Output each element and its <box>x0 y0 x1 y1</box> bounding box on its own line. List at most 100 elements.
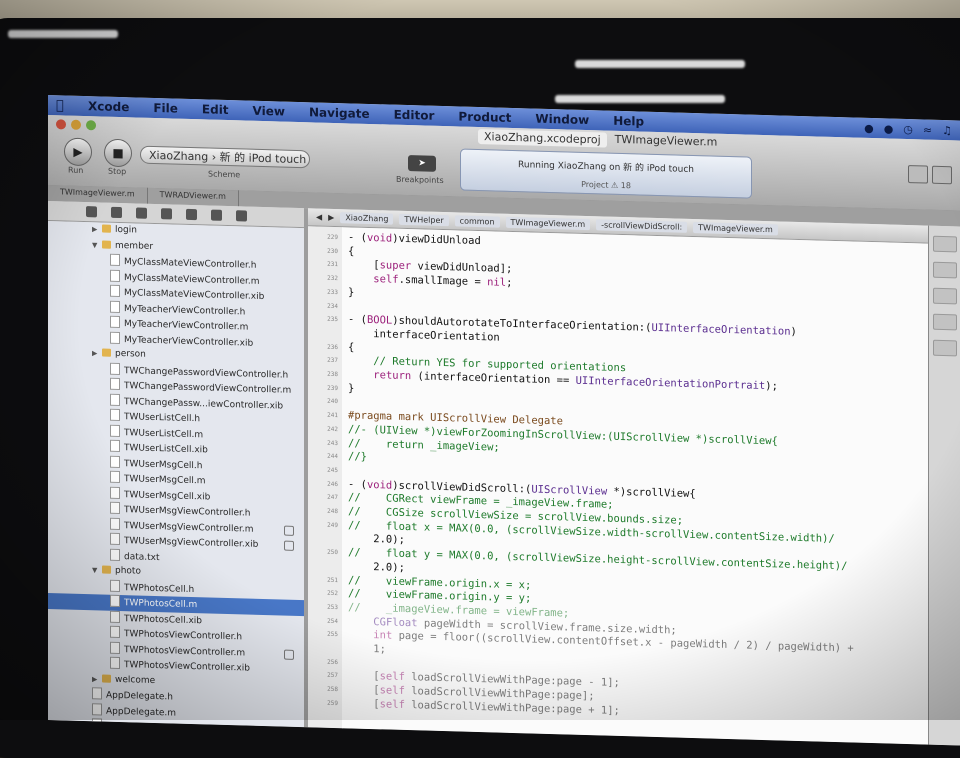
line-number: 253 <box>327 603 338 611</box>
line-number: 258 <box>327 685 338 694</box>
line-number: 251 <box>327 576 338 584</box>
line-number: 242 <box>327 425 338 433</box>
close-window-button[interactable] <box>56 119 66 130</box>
status-icon[interactable]: ● <box>864 121 874 134</box>
disclosure-closed-icon[interactable]: ▶ <box>92 672 102 688</box>
folder-icon <box>102 674 111 683</box>
disclosure-closed-icon[interactable]: ▶ <box>92 346 102 362</box>
menu-editor[interactable]: Editor <box>394 108 435 123</box>
navigator-item-label: MyClassMateViewController.h <box>124 257 257 271</box>
light-glare <box>555 95 725 103</box>
debug-navigator-icon[interactable] <box>186 208 197 221</box>
disclosure-closed-icon[interactable]: ▶ <box>92 222 102 238</box>
line-number: 229 <box>327 233 338 242</box>
volume-icon[interactable]: ♫ <box>942 123 952 136</box>
code-line[interactable]: 2.0); <box>348 560 405 574</box>
window-title-file: TWImageViewer.m <box>614 132 718 149</box>
code-line[interactable]: //} <box>348 451 367 464</box>
navigator-item-label: MyClassMateViewController.m <box>124 272 260 287</box>
file-icon <box>110 269 120 282</box>
menu-edit[interactable]: Edit <box>202 102 229 117</box>
file-icon <box>110 362 120 375</box>
stop-label: Stop <box>108 166 127 177</box>
line-number: 249 <box>327 521 338 529</box>
file-icon <box>110 439 120 453</box>
file-icon <box>110 501 120 515</box>
navigator-item-label: TWPhotosViewController.m <box>124 644 246 659</box>
run-button[interactable]: ▶ <box>64 137 92 167</box>
menu-navigate[interactable]: Navigate <box>309 105 370 121</box>
jump-bar-crumb[interactable]: TWHelper <box>399 213 449 227</box>
file-icon <box>110 656 120 670</box>
file-icon <box>110 455 120 468</box>
navigator-item-label: MyTeacherViewController.xib <box>124 334 254 349</box>
file-icon <box>110 408 120 422</box>
code-line[interactable]: { <box>348 341 354 353</box>
jump-bar-crumb[interactable]: XiaoZhang <box>340 212 394 225</box>
inspector-panel[interactable] <box>933 287 957 305</box>
menu-window[interactable]: Window <box>535 112 589 128</box>
project-navigator-icon[interactable] <box>86 206 97 218</box>
window-title-project: XiaoZhang.xcodeproj <box>478 129 607 148</box>
code-line[interactable]: 2.0); <box>348 533 405 546</box>
breakpoints-button[interactable]: ➤ <box>408 155 436 172</box>
line-number: 233 <box>327 288 338 296</box>
inspector-panel[interactable] <box>933 313 957 331</box>
symbol-navigator-icon[interactable] <box>111 206 122 219</box>
view-toggle-button[interactable] <box>932 165 952 185</box>
file-icon <box>110 331 120 344</box>
navigator-item-label: TWUserMsgViewController.h <box>124 505 251 519</box>
forward-arrow-icon[interactable]: ▶ <box>328 213 334 222</box>
inspector-panel[interactable] <box>933 235 957 253</box>
zoom-window-button[interactable] <box>86 120 96 131</box>
log-navigator-icon[interactable] <box>236 210 247 222</box>
folder-icon <box>102 240 111 249</box>
navigator-item-label: photo <box>115 565 141 577</box>
line-number: 231 <box>327 261 338 269</box>
source-control-badge <box>284 525 294 536</box>
issue-navigator-icon[interactable] <box>161 208 172 220</box>
code-line[interactable]: } <box>348 382 354 394</box>
folder-icon <box>102 565 111 574</box>
search-navigator-icon[interactable] <box>136 207 147 219</box>
clock-icon[interactable]: ◷ <box>903 122 913 135</box>
inspector-panel[interactable] <box>933 339 957 357</box>
back-arrow-icon[interactable]: ◀ <box>316 212 322 221</box>
wifi-icon[interactable]: ≈ <box>923 123 932 136</box>
navigator-item-label: MyClassMateViewController.xib <box>124 288 265 303</box>
menu-file[interactable]: File <box>153 101 178 116</box>
activity-status: Running XiaoZhang on 新 的 iPod touch <box>518 160 694 176</box>
inspector-panel[interactable] <box>933 261 957 279</box>
navigator-item-label: login <box>115 224 137 236</box>
jump-bar-crumb[interactable]: common <box>454 215 500 228</box>
menu-product[interactable]: Product <box>458 109 511 124</box>
editor-mode-button[interactable] <box>908 165 928 184</box>
line-number: 243 <box>327 439 338 447</box>
menu-xcode[interactable]: Xcode <box>88 99 129 114</box>
code-line[interactable]: } <box>348 286 354 298</box>
scheme-selector[interactable]: XiaoZhang › 新 的 iPod touch <box>140 145 310 169</box>
apple-menu-icon[interactable]:  <box>56 98 76 114</box>
code-line[interactable]: { <box>348 245 354 257</box>
activity-viewer: Running XiaoZhang on 新 的 iPod touch Proj… <box>460 148 752 199</box>
navigator-item-label: TWUserListCell.h <box>124 412 201 425</box>
disclosure-open-icon[interactable]: ▼ <box>92 238 102 254</box>
breakpoint-navigator-icon[interactable] <box>211 209 222 221</box>
jump-bar-crumb[interactable]: -scrollViewDidScroll: <box>596 219 688 233</box>
line-number: 230 <box>327 247 338 255</box>
line-number: 241 <box>327 411 338 420</box>
line-number: 250 <box>327 548 338 557</box>
disclosure-open-icon[interactable]: ▼ <box>92 563 102 579</box>
file-icon <box>110 393 120 406</box>
minimize-window-button[interactable] <box>71 119 81 130</box>
activity-issues[interactable]: Project ⚠ 18 <box>461 177 751 194</box>
menu-help[interactable]: Help <box>613 114 644 129</box>
jump-bar-crumb[interactable]: TWImageViewer.m <box>693 222 778 236</box>
status-icon[interactable]: ● <box>884 122 894 135</box>
jump-bar-crumb[interactable]: TWImageViewer.m <box>505 216 591 231</box>
code-line[interactable]: 1; <box>348 642 386 655</box>
line-number: 237 <box>327 357 338 365</box>
stop-button[interactable]: ■ <box>104 138 132 168</box>
line-number: 234 <box>327 302 338 310</box>
menu-view[interactable]: View <box>253 104 285 119</box>
